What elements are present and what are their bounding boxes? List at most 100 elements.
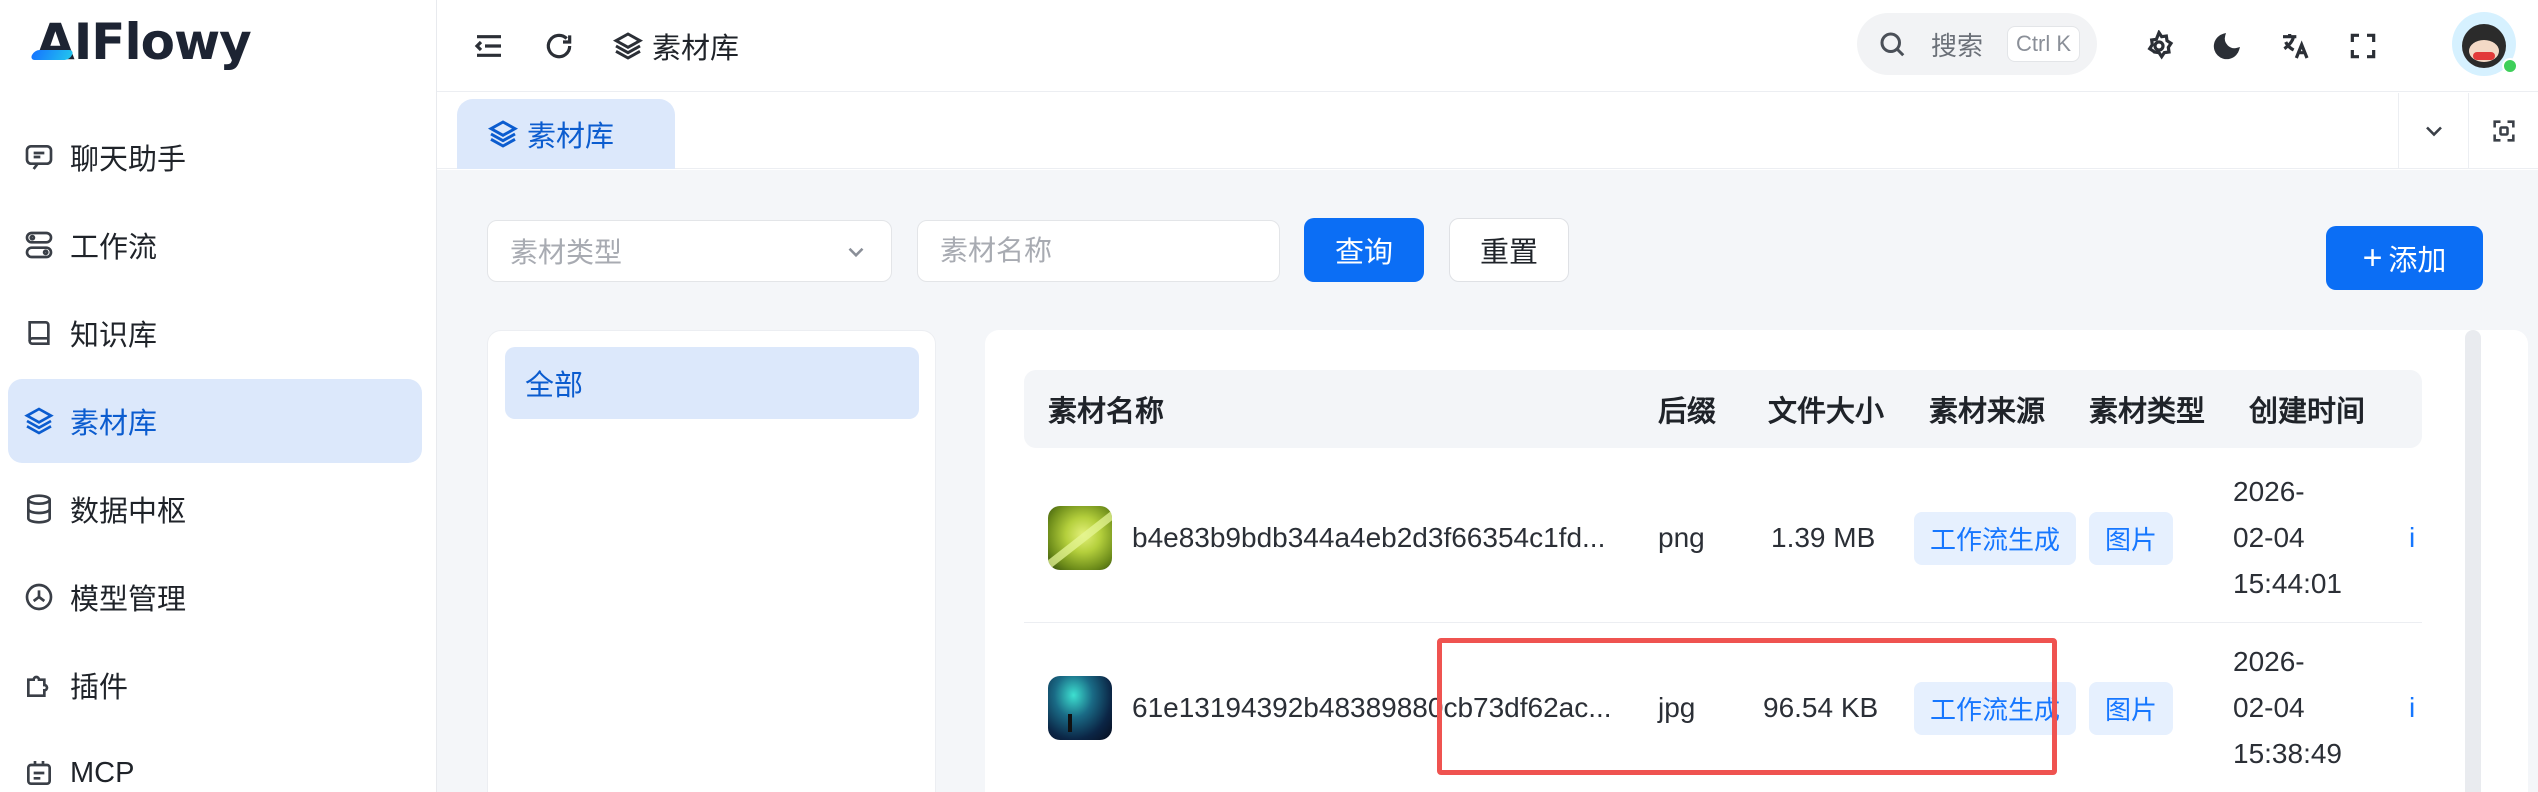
breadcrumb-label: 素材库 xyxy=(652,33,740,65)
puzzle-icon xyxy=(22,668,56,702)
select-placeholder: 素材类型 xyxy=(510,237,623,268)
logo-mark xyxy=(29,50,75,60)
sidebar-item-label: 插件 xyxy=(70,672,129,704)
column-header-source[interactable]: 素材来源 xyxy=(1929,370,2045,448)
category-item-all[interactable]: 全部 xyxy=(505,347,919,419)
column-header-name[interactable]: 素材名称 xyxy=(1048,370,1164,448)
sidebar-item-label: 素材库 xyxy=(70,408,158,440)
refresh-icon[interactable] xyxy=(537,24,581,68)
material-source-cell: 工作流生成 xyxy=(1914,623,2077,792)
chevron-down-icon xyxy=(848,247,864,258)
created-time: 15:38:49 xyxy=(2233,738,2342,769)
column-header-size[interactable]: 文件大小 xyxy=(1768,370,1884,448)
tabs-dropdown-button[interactable] xyxy=(2398,93,2468,169)
created-date-year: 2026- xyxy=(2233,646,2305,677)
material-type-select[interactable]: 素材类型 xyxy=(487,220,892,282)
layers-icon xyxy=(22,404,56,438)
material-created: 2026- 02-04 15:44:01 xyxy=(2233,453,2342,623)
sidebar-item-label: MCP xyxy=(70,756,135,789)
material-source-tag: 工作流生成 xyxy=(1914,511,2077,565)
gear-icon[interactable] xyxy=(2137,24,2181,68)
layers-icon xyxy=(487,120,519,148)
tabs-actions xyxy=(2398,93,2538,169)
column-header-suffix[interactable]: 后缀 xyxy=(1658,370,1716,448)
table-row[interactable]: b4e83b9bdb344a4eb2d3f66354c1fd... png 1.… xyxy=(1024,453,2422,623)
sidebar-item-label: 工作流 xyxy=(70,232,158,264)
material-source-cell: 工作流生成 xyxy=(1914,453,2077,623)
moon-icon[interactable] xyxy=(2205,24,2249,68)
sidebar-item-data-hub[interactable]: 数据中枢 xyxy=(8,467,422,551)
search-box[interactable]: 搜索 Ctrl K xyxy=(1857,13,2097,75)
table-row[interactable]: 61e13194392b48389880cb73df62ac... jpg 96… xyxy=(1024,623,2422,792)
menu-fold-icon[interactable] xyxy=(467,24,511,68)
search-shortcut: Ctrl K xyxy=(2007,26,2081,62)
material-type-cell: 图片 xyxy=(2089,623,2174,792)
avatar[interactable] xyxy=(2452,12,2518,76)
tabs-bar: 素材库 xyxy=(437,93,2538,169)
material-name[interactable]: 61e13194392b48389880cb73df62ac... xyxy=(1132,623,1612,792)
search-icon xyxy=(1880,32,1905,57)
material-size: 96.54 KB xyxy=(1763,692,1879,723)
sidebar-item-material-library[interactable]: 素材库 xyxy=(8,379,422,463)
material-size: 1.39 MB xyxy=(1771,522,1876,553)
material-type-tag: 图片 xyxy=(2089,511,2174,565)
created-date-year: 2026- xyxy=(2233,476,2305,507)
translate-icon[interactable] xyxy=(2273,24,2317,68)
sidebar: AIFlowy 聊天助手 工作流 知识库 素材库 数据中枢 模型管理 插件 MC… xyxy=(0,0,437,792)
material-suffix: jpg xyxy=(1658,692,1696,723)
table-scrollbar[interactable] xyxy=(2465,330,2481,792)
mcp-icon xyxy=(22,756,56,790)
sidebar-item-mcp[interactable]: MCP xyxy=(8,731,422,792)
material-suffix: png xyxy=(1658,522,1705,553)
reset-button[interactable]: 重置 xyxy=(1449,218,1569,282)
category-label: 全部 xyxy=(525,370,584,402)
category-panel: 全部 xyxy=(487,330,936,792)
layers-icon xyxy=(612,32,644,60)
chevron-down-icon xyxy=(2425,126,2442,137)
created-date-day: 02-04 xyxy=(2233,692,2305,723)
sidebar-item-model-management[interactable]: 模型管理 xyxy=(8,555,422,639)
focus-icon xyxy=(2492,120,2515,142)
fullscreen-icon[interactable] xyxy=(2341,24,2385,68)
material-thumbnail xyxy=(1048,676,1112,740)
sidebar-item-label: 数据中枢 xyxy=(70,496,187,528)
avatar-mouth xyxy=(2473,52,2495,60)
app-logo[interactable]: AIFlowy xyxy=(29,10,252,74)
sidebar-item-chat-assistant[interactable]: 聊天助手 xyxy=(8,115,422,199)
tab-label: 素材库 xyxy=(527,121,615,153)
sidebar-item-label: 知识库 xyxy=(70,320,158,352)
plus-icon: + xyxy=(2362,239,2383,277)
sidebar-item-label: 聊天助手 xyxy=(70,144,187,176)
row-action-link[interactable]: i xyxy=(2409,623,2415,792)
material-name[interactable]: b4e83b9bdb344a4eb2d3f66354c1fd... xyxy=(1132,453,1605,623)
material-name-input[interactable] xyxy=(917,220,1280,282)
add-button[interactable]: + 添加 xyxy=(2326,226,2483,290)
book-icon xyxy=(22,316,56,350)
material-type-tag: 图片 xyxy=(2089,681,2174,735)
main-content: 素材类型 查询 重置 + 添加 全部 素材名称 后缀 文件大小 素材来源 素材类… xyxy=(437,170,2538,792)
sidebar-item-label: 模型管理 xyxy=(70,584,187,616)
material-table: 素材名称 后缀 文件大小 素材来源 素材类型 创建时间 b4e83b9bdb34… xyxy=(985,330,2528,792)
model-icon xyxy=(22,580,56,614)
created-time: 15:44:01 xyxy=(2233,568,2342,599)
database-icon xyxy=(22,492,56,526)
query-button[interactable]: 查询 xyxy=(1304,218,1424,282)
breadcrumb: 素材库 xyxy=(612,24,739,68)
add-button-label: 添加 xyxy=(2388,245,2447,277)
sidebar-item-plugins[interactable]: 插件 xyxy=(8,643,422,727)
material-created: 2026- 02-04 15:38:49 xyxy=(2233,623,2342,792)
material-thumbnail xyxy=(1048,506,1112,570)
table-header: 素材名称 后缀 文件大小 素材来源 素材类型 创建时间 xyxy=(1024,370,2422,448)
workflow-icon xyxy=(22,228,56,262)
material-type-cell: 图片 xyxy=(2089,453,2174,623)
sidebar-item-knowledge-base[interactable]: 知识库 xyxy=(8,291,422,375)
sidebar-nav: 聊天助手 工作流 知识库 素材库 数据中枢 模型管理 插件 MCP xyxy=(8,115,422,792)
online-status-dot xyxy=(2502,58,2518,74)
tabs-maximize-button[interactable] xyxy=(2468,93,2538,169)
sidebar-item-workflow[interactable]: 工作流 xyxy=(8,203,422,287)
column-header-type[interactable]: 素材类型 xyxy=(2089,370,2205,448)
row-action-link[interactable]: i xyxy=(2409,453,2415,623)
tab-material-library[interactable]: 素材库 xyxy=(457,99,675,169)
column-header-created[interactable]: 创建时间 xyxy=(2249,370,2365,448)
search-placeholder: 搜索 xyxy=(1931,30,1984,61)
